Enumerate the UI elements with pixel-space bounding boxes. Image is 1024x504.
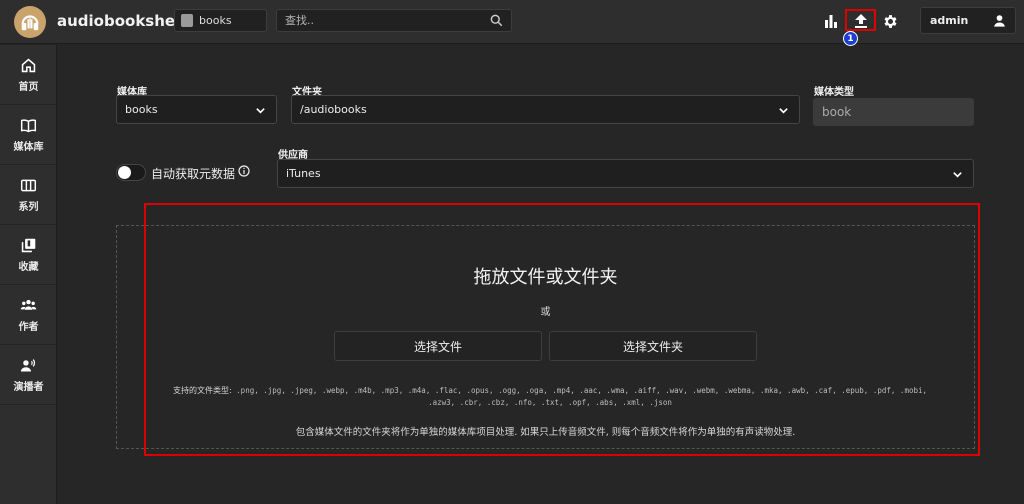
drop-zone-title: 拖放文件或文件夹	[473, 267, 618, 288]
or-separator: 或	[540, 307, 551, 318]
supported-file-types: 支持的文件类型: .png, .jpg, .jpeg, .webp, .m4b,…	[160, 385, 940, 409]
top-bar: audiobookshelf books 1 admin	[0, 0, 1024, 46]
chevron-down-icon	[779, 108, 788, 114]
folder-dropdown[interactable]: /audiobooks	[291, 95, 800, 124]
sidebar-item-library[interactable]: 媒体库	[0, 105, 57, 165]
sidebar-item-series[interactable]: 系列	[0, 165, 57, 225]
sidebar: 首页 媒体库 系列 收藏 作者 演播者	[0, 45, 57, 504]
search-input[interactable]	[285, 14, 485, 27]
sidebar-item-home[interactable]: 首页	[0, 45, 57, 105]
bar-chart-icon	[825, 15, 837, 28]
library-dropdown[interactable]: books	[116, 95, 277, 124]
narrator-icon	[20, 358, 36, 371]
sidebar-item-label: 收藏	[18, 261, 39, 273]
provider-dropdown-value: iTunes	[286, 167, 321, 180]
media-type-field: book	[813, 98, 974, 126]
book-icon	[181, 14, 193, 27]
folder-dropdown-value: /audiobooks	[300, 103, 367, 116]
sidebar-item-label: 系列	[18, 201, 39, 213]
sidebar-item-label: 演播者	[13, 381, 44, 393]
sidebar-item-label: 首页	[18, 81, 39, 93]
people-icon	[20, 299, 37, 310]
gear-icon	[883, 14, 897, 28]
user-icon	[994, 15, 1005, 27]
search-box[interactable]	[276, 9, 512, 32]
collection-icon	[21, 238, 36, 252]
step-badge: 1	[843, 31, 858, 46]
stats-button[interactable]	[821, 11, 841, 31]
media-type-label: 媒体类型	[814, 87, 854, 98]
chevron-down-icon	[256, 108, 265, 114]
user-name: admin	[930, 14, 969, 27]
sidebar-item-label: 作者	[18, 321, 39, 333]
media-type-value: book	[822, 105, 852, 119]
auto-fetch-toggle[interactable]	[116, 164, 146, 181]
choose-files-button[interactable]: 选择文件	[334, 331, 542, 361]
sidebar-item-narrators[interactable]: 演播者	[0, 345, 57, 405]
sidebar-item-collections[interactable]: 收藏	[0, 225, 57, 285]
sidebar-item-label: 媒体库	[13, 141, 44, 153]
headphones-icon	[21, 15, 39, 31]
book-open-icon	[20, 118, 37, 132]
chevron-down-icon	[953, 172, 962, 178]
upload-highlight-box	[845, 9, 876, 31]
user-menu-button[interactable]: admin	[920, 7, 1016, 34]
app-logo[interactable]	[14, 6, 46, 38]
home-icon	[21, 58, 36, 72]
provider-dropdown[interactable]: iTunes	[277, 159, 974, 188]
library-select-label: books	[199, 14, 232, 27]
formats-line-2: .azw3, .cbr, .cbz, .nfo, .txt, .opf, .ab…	[428, 398, 672, 407]
search-icon[interactable]	[490, 14, 503, 27]
formats-line-1: .png, .jpg, .jpeg, .webp, .m4b, .mp3, .m…	[236, 386, 928, 395]
choose-folder-button[interactable]: 选择文件夹	[549, 331, 757, 361]
library-dropdown-value: books	[125, 103, 158, 116]
columns-icon	[20, 179, 37, 191]
settings-button[interactable]	[880, 11, 900, 31]
sidebar-item-authors[interactable]: 作者	[0, 285, 57, 345]
drop-zone-highlight-box	[144, 203, 980, 456]
supported-label: 支持的文件类型:	[172, 386, 232, 395]
app-title[interactable]: audiobookshelf	[57, 12, 187, 30]
info-icon[interactable]	[238, 165, 250, 177]
library-select[interactable]: books	[174, 9, 267, 32]
auto-fetch-label: 自动获取元数据	[151, 167, 236, 181]
upload-note: 包含媒体文件的文件夹将作为单独的媒体库项目处理. 如果只上传音频文件, 则每个音…	[295, 427, 796, 438]
